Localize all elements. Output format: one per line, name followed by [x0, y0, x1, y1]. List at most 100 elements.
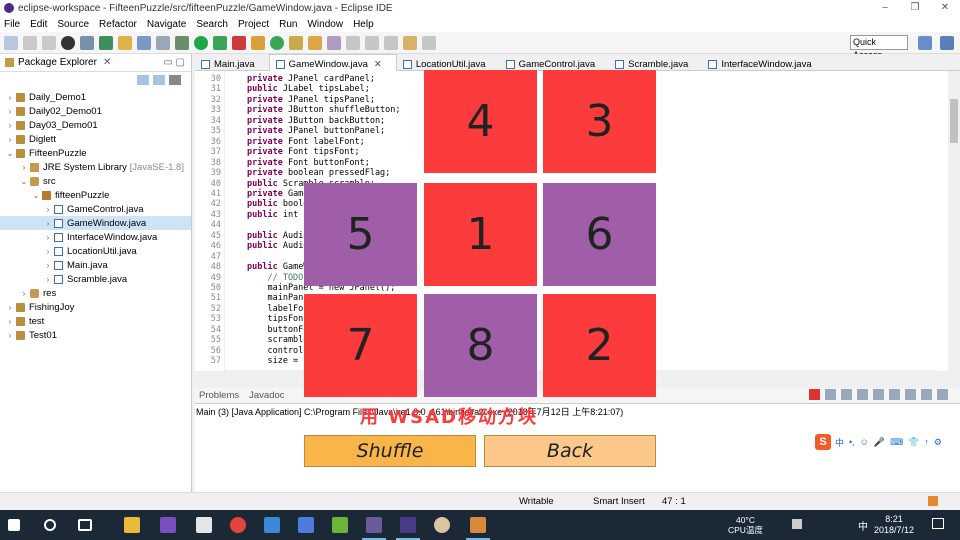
expand-arrow-icon[interactable]: ›	[44, 247, 52, 256]
close-tab-icon[interactable]: ✕	[374, 59, 382, 70]
file-explorer-icon[interactable]	[124, 517, 140, 533]
open-task-icon[interactable]	[308, 35, 322, 50]
pin-console-icon[interactable]	[905, 389, 916, 400]
expand-arrow-icon[interactable]: ›	[44, 205, 52, 214]
tab-scramble-java[interactable]: Scramble.java	[609, 54, 702, 71]
new-icon[interactable]	[4, 35, 18, 50]
avatar-icon[interactable]	[434, 517, 450, 533]
menu-refactor[interactable]: Refactor	[99, 19, 137, 30]
app-icon[interactable]	[196, 517, 212, 533]
run-icon[interactable]	[194, 35, 208, 50]
tree-item-gamecontrol[interactable]: › GameControl.java	[0, 202, 191, 216]
save-icon[interactable]	[23, 35, 37, 50]
link-editor-icon[interactable]	[153, 75, 165, 85]
quick-access-input[interactable]: Quick Access	[850, 35, 908, 60]
wechat-dev-icon[interactable]	[332, 517, 348, 533]
tree-item-fishingjoy[interactable]: › FishingJoy	[0, 300, 191, 314]
display-console-icon[interactable]	[921, 389, 932, 400]
collapse-arrow-icon[interactable]: ⌄	[20, 177, 28, 186]
menu-run[interactable]: Run	[279, 19, 297, 30]
tree-item-package[interactable]: ⌄ fifteenPuzzle	[0, 188, 191, 202]
next-annotation-icon[interactable]	[346, 35, 360, 50]
tab-locationutil-java[interactable]: LocationUtil.java	[397, 54, 500, 71]
sogou-logo[interactable]: S	[815, 434, 831, 450]
tree-item-day03-demo01[interactable]: › Day03_Demo01	[0, 118, 191, 132]
remove-launch-icon[interactable]	[825, 389, 836, 400]
baidu-netdisk-icon[interactable]	[298, 517, 314, 533]
feishu-icon[interactable]	[264, 517, 280, 533]
expand-arrow-icon[interactable]: ›	[6, 93, 14, 102]
tree-item-jre-library[interactable]: › JRE System Library [JavaSE-1.8]	[0, 160, 191, 174]
visual-studio-icon[interactable]	[160, 517, 176, 533]
voice-icon[interactable]: 🎤	[874, 437, 885, 448]
menu-help[interactable]: Help	[353, 19, 374, 30]
menu-source[interactable]: Source	[57, 19, 89, 30]
open-type-icon[interactable]	[289, 35, 303, 50]
tree-item-locationutil[interactable]: › LocationUtil.java	[0, 244, 191, 258]
minimize-button[interactable]: –	[870, 0, 900, 16]
back-icon[interactable]	[403, 35, 417, 50]
collapse-arrow-icon[interactable]: ⌄	[6, 149, 14, 158]
task-icon[interactable]	[137, 35, 151, 50]
mark-icon[interactable]	[99, 35, 113, 50]
eclipse-taskbar-icon-2[interactable]	[400, 517, 416, 533]
menu-file[interactable]: File	[4, 19, 20, 30]
tree-item-main[interactable]: › Main.java	[0, 258, 191, 272]
tab-problems[interactable]: Problems	[199, 390, 239, 401]
tree-item-scramble[interactable]: › Scramble.java	[0, 272, 191, 286]
scrollbar-thumb[interactable]	[950, 99, 958, 143]
menu-project[interactable]: Project	[238, 19, 269, 30]
tree-item-interfacewindow[interactable]: › InterfaceWindow.java	[0, 230, 191, 244]
tree-item-fifteenpuzzle[interactable]: ⌄ FifteenPuzzle	[0, 146, 191, 160]
expand-arrow-icon[interactable]: ›	[6, 331, 14, 340]
windows-start-icon[interactable]	[8, 519, 20, 531]
package-explorer-title[interactable]: Package Explorer	[18, 57, 97, 68]
tree-item-daily-demo1[interactable]: › Daily_Demo1	[0, 90, 191, 104]
search-icon[interactable]	[44, 519, 56, 531]
prev-annotation-icon[interactable]	[365, 35, 379, 50]
new-class-icon[interactable]	[270, 35, 284, 50]
expand-arrow-icon[interactable]: ›	[44, 261, 52, 270]
menu-edit[interactable]: Edit	[30, 19, 47, 30]
tree-item-gamewindow[interactable]: › GameWindow.java	[0, 216, 191, 230]
emoji-icon[interactable]: ☺	[860, 437, 869, 447]
chrome-icon[interactable]	[230, 517, 246, 533]
close-button[interactable]: ✕	[930, 0, 960, 16]
shuffle-button[interactable]: Shuffle	[304, 435, 476, 467]
open-console-icon[interactable]	[937, 389, 948, 400]
remove-all-icon[interactable]	[841, 389, 852, 400]
toggle-icon[interactable]	[80, 35, 94, 50]
java-app-icon[interactable]	[470, 517, 486, 533]
coverage-icon[interactable]	[213, 35, 227, 50]
terminate-icon[interactable]	[809, 389, 820, 400]
tab-main-java[interactable]: Main.java	[195, 54, 269, 71]
menu-search[interactable]: Search	[196, 19, 228, 30]
tab-gamewindow-java[interactable]: GameWindow.java ✕	[268, 54, 397, 71]
menu-window[interactable]: Window	[307, 19, 343, 30]
external-tools-icon[interactable]	[232, 35, 246, 50]
close-tab-icon[interactable]: ✕	[103, 57, 111, 68]
tree-item-res[interactable]: › res	[0, 286, 191, 300]
debug-icon[interactable]	[175, 35, 189, 50]
tree-item-daily02-demo01[interactable]: › Daily02_Demo01	[0, 104, 191, 118]
tree-item-src[interactable]: ⌄ src	[0, 174, 191, 188]
expand-arrow-icon[interactable]: ›	[44, 233, 52, 242]
editor-vertical-scrollbar[interactable]	[948, 71, 960, 371]
tile-6[interactable]: 6	[543, 183, 656, 286]
tile-1[interactable]: 1	[424, 183, 537, 286]
last-edit-icon[interactable]	[384, 35, 398, 50]
eclipse-taskbar-icon[interactable]	[366, 517, 382, 533]
expand-arrow-icon[interactable]: ›	[6, 303, 14, 312]
tile-4[interactable]: 4	[424, 70, 537, 173]
expand-arrow-icon[interactable]: ›	[6, 107, 14, 116]
expand-arrow-icon[interactable]: ›	[44, 275, 52, 284]
scroll-lock-icon[interactable]	[857, 389, 868, 400]
upload-icon[interactable]: ↑	[924, 437, 929, 447]
skin-icon[interactable]: 👕	[908, 437, 919, 448]
debug-config-icon[interactable]	[61, 35, 75, 50]
action-center-icon[interactable]	[932, 518, 944, 529]
search-icon[interactable]	[327, 35, 341, 50]
ime-punctuation[interactable]: •,	[849, 437, 855, 447]
expand-arrow-icon[interactable]: ›	[44, 219, 52, 228]
highlight-icon[interactable]	[118, 35, 132, 50]
